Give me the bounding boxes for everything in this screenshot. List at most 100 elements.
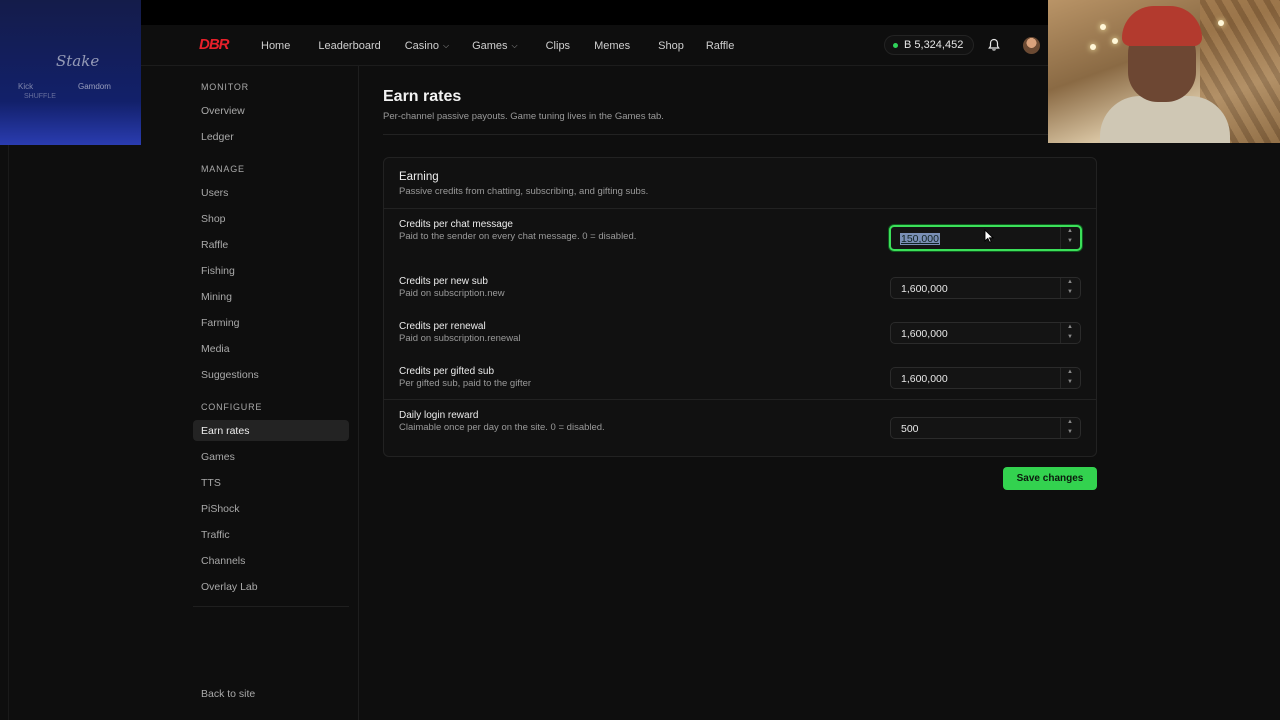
nav-item-memes[interactable]: Memes <box>594 40 630 52</box>
field-help-credits-per-new-sub: Paid on subscription.new <box>399 288 505 299</box>
sidebar-item-fishing[interactable]: Fishing <box>193 260 349 281</box>
decrement-arrow-icon[interactable]: ▼ <box>1067 238 1073 244</box>
nav-item-home[interactable]: Home <box>261 40 290 52</box>
nav-item-raffle[interactable]: Raffle <box>706 40 735 52</box>
nav-label: Games <box>472 40 508 52</box>
earning-card: Earning Passive credits from chatting, s… <box>383 157 1097 457</box>
light-dot <box>1100 24 1106 30</box>
nav-item-shop[interactable]: Shop <box>658 40 684 52</box>
nav-label: Shop <box>658 40 684 52</box>
field-help-daily-login-reward: Claimable once per day on the site. 0 = … <box>399 422 605 433</box>
page-title: Earn rates <box>383 88 462 105</box>
field-label-credits-per-new-sub: Credits per new sub <box>399 276 488 287</box>
stepper[interactable]: ▲ ▼ <box>1060 368 1080 388</box>
value-text: 1,600,000 <box>901 373 948 385</box>
decrement-arrow-icon[interactable]: ▼ <box>1067 379 1073 385</box>
card-title: Earning <box>399 171 439 183</box>
sidebar-item-farming[interactable]: Farming <box>193 312 349 333</box>
sidebar-item-suggestions[interactable]: Suggestions <box>193 364 349 385</box>
sidebar-section-monitor: MONITOR <box>201 82 249 92</box>
nav-item-games[interactable]: Games ⌵ <box>472 40 518 52</box>
online-dot-icon <box>893 42 898 48</box>
sidebar-rail <box>8 145 9 720</box>
field-label-credits-per-gifted-sub: Credits per gifted sub <box>399 366 495 377</box>
stepper[interactable]: ▲ ▼ <box>1060 227 1080 249</box>
card-divider <box>384 399 1096 400</box>
input-value: 500 <box>901 423 919 435</box>
site-header: DBR Home Leaderboard Casino ⌵ Games ⌵ Clips Mem… <box>141 25 1048 66</box>
user-avatar[interactable] <box>1023 37 1040 54</box>
stepper[interactable]: ▲ ▼ <box>1060 278 1080 298</box>
sidebar-item-raffle[interactable]: Raffle <box>193 234 349 255</box>
number-input-daily-login-reward[interactable]: 500 ▲ ▼ <box>890 417 1081 439</box>
admin-sidebar <box>0 66 359 720</box>
chevron-down-icon: ⌵ <box>511 41 518 50</box>
page-subtitle: Per-channel passive payouts. Game tuning… <box>383 111 664 122</box>
decrement-arrow-icon[interactable]: ▼ <box>1067 429 1073 435</box>
stepper[interactable]: ▲ ▼ <box>1060 418 1080 438</box>
number-input-credits-per-renewal[interactable]: 1,600,000 ▲ ▼ <box>890 322 1081 344</box>
nav-label: Memes <box>594 40 631 52</box>
sidebar-item-shop[interactable]: Shop <box>193 208 349 229</box>
sidebar-item-pishock[interactable]: PiShock <box>193 498 349 519</box>
chevron-down-icon: ⌵ <box>442 41 450 50</box>
increment-arrow-icon[interactable]: ▲ <box>1067 369 1073 375</box>
input-value: 1,600,000 <box>901 373 948 385</box>
sidebar-item-mining[interactable]: Mining <box>193 286 349 307</box>
card-subtitle: Passive credits from chatting, subscribi… <box>399 186 649 197</box>
increment-arrow-icon[interactable]: ▲ <box>1067 419 1073 425</box>
input-value: 150,000 <box>900 233 940 245</box>
streamer-body <box>1100 96 1230 143</box>
number-input-credits-per-gifted-sub[interactable]: 1,600,000 ▲ ▼ <box>890 367 1081 389</box>
value-text: 1,600,000 <box>901 328 948 340</box>
number-input-credits-per-new-sub[interactable]: 1,600,000 ▲ ▼ <box>890 277 1081 299</box>
input-value: 1,600,000 <box>901 328 948 340</box>
nav-item-casino[interactable]: Casino ⌵ <box>405 40 449 52</box>
value-text: 500 <box>901 423 919 435</box>
stepper[interactable]: ▲ ▼ <box>1060 323 1080 343</box>
sidebar-item-tts[interactable]: TTS <box>193 472 349 493</box>
decrement-arrow-icon[interactable]: ▼ <box>1067 334 1073 340</box>
nav-label: Casino <box>404 40 439 52</box>
card-divider <box>384 208 1096 209</box>
sidebar-divider <box>193 606 349 607</box>
field-label-credits-per-renewal: Credits per renewal <box>399 321 486 332</box>
field-help-credits-per-chat-message: Paid to the sender on every chat message… <box>399 231 637 242</box>
light-dot <box>1090 44 1096 50</box>
sidebar-item-ledger[interactable]: Ledger <box>193 126 349 147</box>
bell-icon[interactable] <box>987 38 1001 52</box>
field-label-credits-per-chat-message: Credits per chat message <box>399 219 513 230</box>
sidebar-item-overview[interactable]: Overview <box>193 100 349 121</box>
sidebar-item-channels[interactable]: Channels <box>193 550 349 571</box>
field-help-credits-per-gifted-sub: Per gifted sub, paid to the gifter <box>399 378 532 389</box>
title-divider <box>383 134 1048 135</box>
main-nav: Home Leaderboard Casino ⌵ Games ⌵ Clips Memes Sh… <box>261 40 734 52</box>
increment-arrow-icon[interactable]: ▲ <box>1067 279 1073 285</box>
nav-item-clips[interactable]: Clips <box>546 40 570 52</box>
sidebar-section-configure: CONFIGURE <box>201 402 263 412</box>
light-dot <box>1112 38 1118 44</box>
back-to-site-link[interactable]: Back to site <box>193 683 349 704</box>
decrement-arrow-icon[interactable]: ▼ <box>1067 289 1073 295</box>
sidebar-item-media[interactable]: Media <box>193 338 349 359</box>
increment-arrow-icon[interactable]: ▲ <box>1067 228 1073 234</box>
field-help-credits-per-renewal: Paid on subscription.renewal <box>399 333 521 344</box>
sidebar-item-traffic[interactable]: Traffic <box>193 524 349 545</box>
nav-item-leaderboard[interactable]: Leaderboard <box>318 40 380 52</box>
increment-arrow-icon[interactable]: ▲ <box>1067 324 1073 330</box>
save-changes-button[interactable]: Save changes <box>1003 467 1097 490</box>
sidebar-item-earn-rates[interactable]: Earn rates <box>193 420 349 441</box>
balance-pill[interactable]: B 5,324,452 <box>884 35 975 55</box>
input-value: 1,600,000 <box>901 283 948 295</box>
field-label-daily-login-reward: Daily login reward <box>399 410 479 421</box>
light-dot <box>1218 20 1224 26</box>
nav-label: Raffle <box>705 40 735 52</box>
brand-logo[interactable]: DBR <box>199 36 229 53</box>
selected-text: 150,000 <box>900 233 940 245</box>
balance-value: B 5,324,452 <box>904 39 964 51</box>
sidebar-item-users[interactable]: Users <box>193 182 349 203</box>
streamer-hair <box>1122 6 1202 46</box>
sidebar-item-games[interactable]: Games <box>193 446 349 467</box>
sidebar-item-overlay-lab[interactable]: Overlay Lab <box>193 576 349 597</box>
nav-label: Clips <box>545 40 571 52</box>
